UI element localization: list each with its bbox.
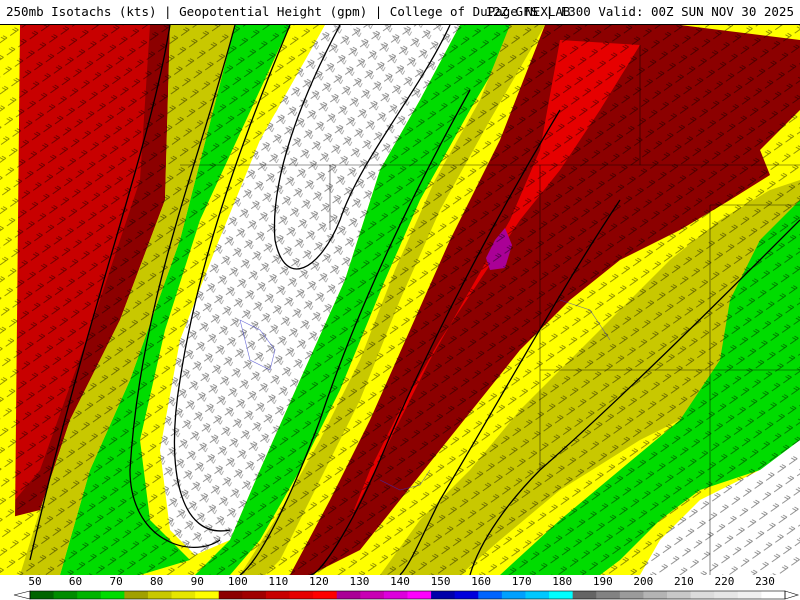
colorbar-label: 140 [390,575,410,588]
colorbar-min-arrow [13,590,31,600]
colorbar-bin [100,591,125,599]
colorbar-bin [336,591,361,599]
colorbar-bin [643,591,668,599]
colorbar-bin [690,591,715,599]
colorbar-label: 220 [714,575,735,588]
colorbar-bin [667,591,692,599]
colorbar-label: 50 [28,575,42,588]
colorbar-bin [360,591,385,599]
colorbar-label: 100 [227,575,248,588]
colorbar-scale [13,590,800,600]
colorbar-bin [572,591,597,599]
colorbar-bin [124,591,149,599]
colorbar-bin [407,591,432,599]
colorbar-bin [478,591,503,599]
colorbar-bin [454,591,479,599]
colorbar-bin [761,591,786,599]
colorbar-bin [218,591,243,599]
colorbar-label: 150 [430,575,451,588]
colorbar-label: 170 [511,575,532,588]
colorbar-max-arrow [784,590,800,600]
model-valid-time: 12Z GFS | F300 Valid: 00Z SUN NOV 30 202… [485,4,794,19]
colorbar-bin [619,591,644,599]
isotach-colorbar: 50 60 70 80 90 100 110 120 130 140 150 160 170 180 190… [0,575,800,600]
colorbar-label: 230 [755,575,775,588]
colorbar-label: 60 [68,575,83,588]
colorbar-bin [525,591,550,599]
colorbar-label: 110 [268,575,289,588]
colorbar-label: 80 [150,575,164,588]
colorbar-bin [313,591,338,599]
colorbar-bin [30,591,55,599]
colorbar-bin [77,591,102,599]
colorbar-label: 190 [592,575,613,588]
colorbar-label: 130 [349,575,370,588]
colorbar-bin [242,591,267,599]
colorbar-label: 200 [633,575,654,588]
colorbar-bin [549,591,574,599]
colorbar-label: 210 [673,575,694,588]
colorbar-bin [596,591,621,599]
colorbar-bin [431,591,456,599]
colorbar-label: 90 [190,575,204,588]
colorbar-label: 120 [308,575,329,588]
colorbar-bin [195,591,220,599]
colorbar-label: 160 [471,575,492,588]
colorbar-bin [171,591,196,599]
colorbar-bin [265,591,291,599]
colorbar-bin [289,591,314,599]
colorbar-label: 180 [552,575,573,588]
colorbar-label: 70 [109,575,123,588]
map-header: 250mb Isotachs (kts) | Geopotential Heig… [0,0,800,25]
colorbar-bin [53,591,78,599]
colorbar-bin [501,591,526,599]
colorbar-bin [737,591,762,599]
isotach-map-svg [0,25,800,575]
colorbar-bin [147,591,173,599]
colorbar-bin [714,591,739,599]
weather-map [0,25,800,575]
colorbar-bin [383,591,408,599]
